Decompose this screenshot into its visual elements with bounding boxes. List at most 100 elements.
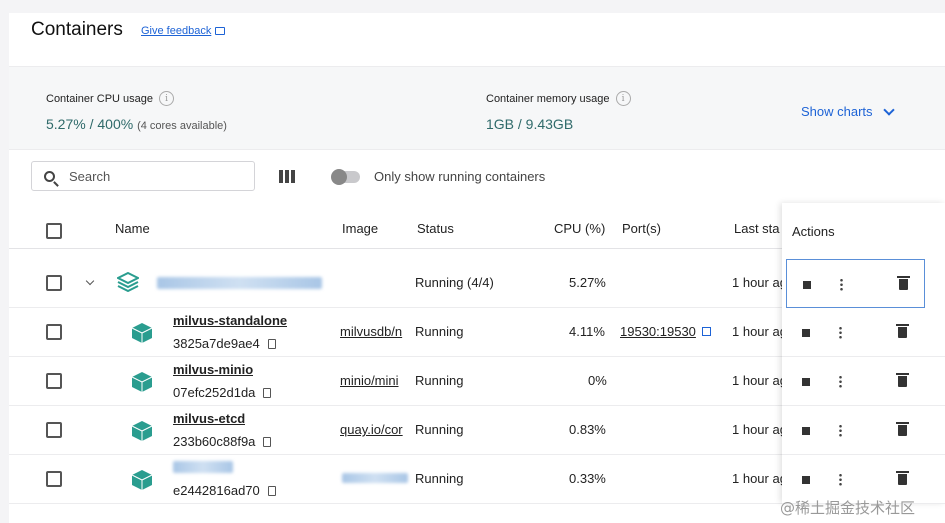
cpu-value: 0.83% — [569, 422, 606, 437]
row-checkbox[interactable] — [46, 275, 62, 291]
column-last-started[interactable]: Last sta — [734, 221, 780, 236]
container-icon — [131, 470, 153, 490]
container-icon — [131, 323, 153, 343]
give-feedback-link[interactable]: Give feedback — [141, 25, 226, 37]
container-id-text: 3825a7de9ae4 — [173, 336, 260, 351]
cpu-usage-value: 5.27% / 400% (4 cores available) — [46, 116, 227, 132]
group-actions — [786, 259, 925, 308]
cpu-info-icon[interactable]: i — [159, 91, 175, 106]
delete-icon[interactable] — [896, 373, 909, 387]
stop-icon[interactable] — [802, 378, 810, 386]
delete-icon[interactable] — [896, 422, 909, 436]
column-cpu[interactable]: CPU (%) — [554, 221, 605, 236]
image-link[interactable]: minio/mini — [340, 373, 408, 388]
last-started: 1 hour ag — [732, 422, 787, 437]
more-options-icon[interactable] — [839, 473, 842, 486]
stop-icon[interactable] — [802, 329, 810, 337]
memory-usage-value: 1GB / 9.43GB — [486, 116, 574, 132]
copy-icon[interactable] — [267, 485, 276, 496]
stop-icon[interactable] — [802, 476, 810, 484]
container-id: 3825a7de9ae4 — [173, 336, 276, 351]
column-actions: Actions — [792, 224, 835, 239]
cpu-value: 0% — [588, 373, 607, 388]
row-checkbox[interactable] — [46, 471, 62, 487]
running-only-label: Only show running containers — [374, 169, 546, 184]
container-id-text: e2442816ad70 — [173, 483, 260, 498]
cpu-value: 0.33% — [569, 471, 606, 486]
container-icon — [131, 372, 153, 392]
row-actions — [782, 308, 945, 357]
column-status[interactable]: Status — [417, 221, 454, 236]
image-link[interactable]: quay.io/cor — [340, 422, 408, 437]
cpu-usage-number: 5.27% / 400% — [46, 116, 134, 132]
more-options-icon[interactable] — [839, 326, 842, 339]
column-name[interactable]: Name — [115, 221, 150, 236]
last-started: 1 hour ag — [732, 471, 787, 486]
external-link-icon — [701, 327, 711, 336]
delete-icon[interactable] — [896, 324, 909, 338]
container-id-text: 07efc252d1da — [173, 385, 256, 400]
cpu-value: 4.11% — [569, 324, 605, 339]
container-id: e2442816ad70 — [173, 483, 276, 498]
group-cpu: 5.27% — [569, 275, 606, 290]
copy-icon[interactable] — [267, 338, 276, 349]
stop-icon[interactable] — [803, 281, 811, 289]
container-id-text: 233b60c88f9a — [173, 434, 256, 449]
container-name-redacted — [173, 461, 233, 473]
containers-page: Containers Give feedback Container CPU u… — [9, 13, 945, 523]
show-charts-button[interactable]: Show charts — [801, 103, 895, 119]
container-id: 07efc252d1da — [173, 385, 272, 400]
container-name-link[interactable]: milvus-etcd — [173, 411, 245, 426]
chevron-down-icon[interactable] — [85, 276, 95, 286]
column-ports[interactable]: Port(s) — [622, 221, 661, 236]
memory-usage-label-text: Container memory usage — [486, 92, 610, 105]
search-input[interactable]: Search — [31, 161, 255, 191]
status-text: Running — [415, 373, 464, 388]
last-started: 1 hour ag — [732, 373, 787, 388]
port-link[interactable]: 19530:19530 — [620, 324, 711, 339]
row-checkbox[interactable] — [46, 324, 62, 340]
row-checkbox[interactable] — [46, 422, 62, 438]
container-icon — [131, 421, 153, 441]
row-actions — [782, 406, 945, 455]
column-image[interactable]: Image — [342, 221, 378, 236]
select-all-checkbox[interactable] — [46, 223, 62, 239]
copy-icon[interactable] — [263, 387, 272, 398]
container-name-link[interactable]: milvus-standalone — [173, 313, 287, 328]
container-name-link[interactable]: milvus-minio — [173, 362, 253, 377]
watermark: @稀土掘金技术社区 — [780, 499, 916, 517]
delete-icon[interactable] — [896, 471, 909, 485]
delete-icon[interactable] — [897, 276, 910, 290]
row-checkbox[interactable] — [46, 373, 62, 389]
group-last-started: 1 hour ag — [732, 275, 787, 290]
group-name-redacted — [157, 277, 322, 289]
status-text: Running — [415, 324, 464, 339]
running-only-toggle[interactable] — [331, 169, 360, 185]
image-redacted — [342, 473, 408, 483]
actions-column: Actions — [782, 203, 945, 504]
page-title: Containers — [31, 19, 123, 40]
give-feedback-label: Give feedback — [141, 25, 212, 37]
stop-icon[interactable] — [802, 427, 810, 435]
more-options-icon[interactable] — [840, 278, 843, 291]
memory-info-icon[interactable]: i — [615, 91, 631, 106]
group-status: Running (4/4) — [415, 275, 494, 290]
cpu-usage-label-text: Container CPU usage — [46, 92, 154, 105]
usage-stats-panel: Container CPU usage i 5.27% / 400% (4 co… — [9, 66, 945, 150]
chevron-down-icon — [882, 103, 895, 116]
image-link[interactable]: milvusdb/n — [340, 324, 408, 339]
cpu-usage-label: Container CPU usage i — [46, 91, 175, 106]
more-options-icon[interactable] — [839, 375, 842, 388]
search-icon — [44, 170, 55, 182]
memory-usage-label: Container memory usage i — [486, 91, 631, 106]
status-text: Running — [415, 422, 464, 437]
cpu-cores-note: (4 cores available) — [137, 120, 227, 132]
columns-icon[interactable] — [279, 170, 295, 183]
show-charts-label: Show charts — [801, 104, 873, 119]
row-actions — [782, 357, 945, 406]
status-text: Running — [415, 471, 464, 486]
more-options-icon[interactable] — [839, 424, 842, 437]
copy-icon[interactable] — [263, 436, 272, 447]
port-text: 19530:19530 — [620, 324, 696, 339]
feedback-icon — [215, 27, 226, 35]
